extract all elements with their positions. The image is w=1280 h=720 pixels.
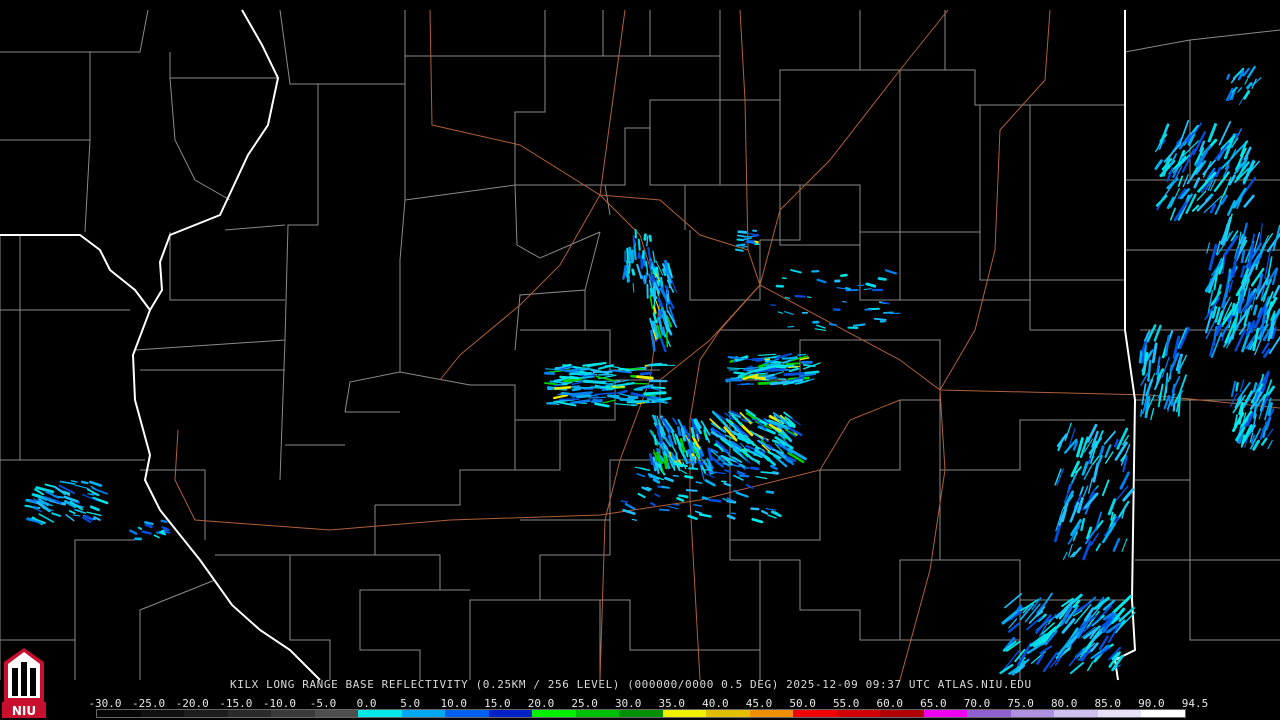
color-scale-labels: -30.0 -25.0 -20.0 -15.0 -10.0 -5.0 0.0 5.0 10.0 1… xyxy=(88,697,1208,710)
scale-color-segment xyxy=(880,710,924,717)
scale-color-segment xyxy=(227,710,272,717)
scale-color-segment xyxy=(1054,710,1098,717)
scale-color-segment xyxy=(314,710,359,717)
scale-color-segment xyxy=(967,710,1011,717)
scale-color-segment xyxy=(1010,710,1055,717)
highway-network xyxy=(174,9,1280,681)
scale-color-segment xyxy=(445,710,489,717)
radar-map xyxy=(0,9,1280,681)
scale-color-segment xyxy=(184,710,228,717)
scale-color-segment xyxy=(662,710,707,717)
county-boundaries xyxy=(0,9,1280,680)
scale-color-segment xyxy=(836,710,881,717)
scale-color-segment xyxy=(706,710,750,717)
niu-logo: NIU xyxy=(2,648,46,718)
scale-color-segment xyxy=(1097,710,1142,717)
product-title: KILX LONG RANGE BASE REFLECTIVITY (0.25K… xyxy=(230,678,1032,691)
scale-color-segment xyxy=(488,710,533,717)
scale-color-segment xyxy=(1141,710,1185,717)
state-boundaries xyxy=(0,9,1137,681)
scale-color-segment xyxy=(358,710,402,717)
scale-color-segment xyxy=(271,710,315,717)
scale-color-segment xyxy=(97,710,141,717)
reflectivity-color-scale xyxy=(96,709,1186,718)
scale-color-segment xyxy=(575,710,620,717)
scale-color-segment xyxy=(140,710,185,717)
scale-color-segment xyxy=(532,710,576,717)
scale-color-segment xyxy=(749,710,794,717)
scale-color-segment xyxy=(793,710,837,717)
scale-color-segment xyxy=(401,710,446,717)
logo-text: NIU xyxy=(12,704,36,718)
reflectivity-echoes xyxy=(24,65,1280,676)
scale-color-segment xyxy=(923,710,968,717)
scale-color-segment xyxy=(619,710,663,717)
